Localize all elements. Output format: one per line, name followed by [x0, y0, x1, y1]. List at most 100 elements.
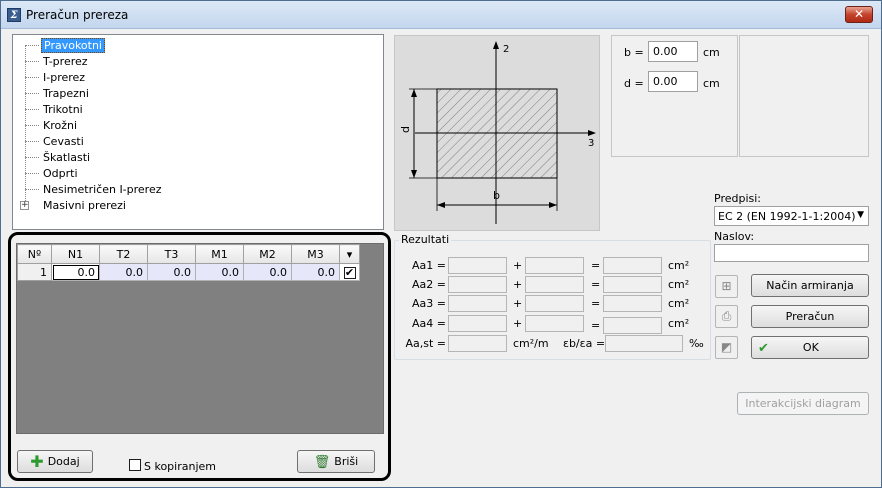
ratio-field: [605, 335, 683, 352]
table-row[interactable]: 1 0.0 0.0 0.0 0.0 0.0 0.0 ✔: [17, 263, 360, 281]
column-dropdown-icon[interactable]: ▾: [339, 244, 360, 264]
section-type-tree[interactable]: Pravokotni T-prerez I-prerez Trapezni Tr…: [12, 34, 384, 230]
cell-n1[interactable]: 0.0: [51, 263, 100, 281]
predpisi-value: EC 2 (EN 1992-1-1:2004): [718, 210, 856, 223]
delete-button[interactable]: 🗑 Briši: [297, 450, 375, 473]
aast-unit: cm²/m: [513, 337, 549, 350]
column-header-no[interactable]: Nº: [17, 244, 52, 264]
aa1-equals: =: [591, 259, 601, 272]
load-cases-grid[interactable]: Nº N1 T2 T3 M1 M2 M3 ▾ 1 0.0 0.0 0.0 0.0…: [16, 243, 384, 434]
cell-active[interactable]: ✔: [339, 263, 360, 281]
cross-section-svg: 2 3 b d: [399, 41, 596, 224]
preracun-button[interactable]: Preračun: [751, 305, 869, 328]
tree-item-masivni-prerezi[interactable]: + Masivni prerezi: [16, 198, 128, 213]
trash-icon: 🗑: [313, 454, 331, 470]
print-icon-button[interactable]: ⎙: [715, 305, 738, 328]
aa1-unit: cm²: [668, 259, 690, 272]
column-header-t2[interactable]: T2: [99, 244, 148, 264]
axis-2-label: 2: [503, 44, 509, 55]
cell-t3[interactable]: 0.0: [147, 263, 196, 281]
add-button[interactable]: ✚ Dodaj: [17, 450, 93, 473]
cross-section-diagram: 2 3 b d: [394, 35, 600, 231]
column-header-m1[interactable]: M1: [195, 244, 244, 264]
tree-item-label: Trapezni: [43, 87, 89, 100]
d-label: d =: [624, 77, 644, 90]
tree-item-cevasti[interactable]: Cevasti: [25, 134, 86, 149]
plus-icon: ✚: [30, 452, 44, 471]
dimensions-panel: b = cm d = cm: [611, 35, 738, 157]
load-table: Nº N1 T2 T3 M1 M2 M3 ▾ 1 0.0 0.0 0.0 0.0…: [17, 244, 360, 281]
b-input[interactable]: [648, 41, 698, 62]
aa1-field-2: [525, 257, 584, 274]
tree-item-label: Trikotni: [43, 103, 83, 116]
edit-icon-button[interactable]: ◩: [715, 336, 738, 359]
title-bar: Σ Preračun prereza ✕: [1, 1, 881, 29]
aa4-field-2: [525, 315, 584, 332]
cell-m3[interactable]: 0.0: [291, 263, 340, 281]
auxiliary-panel: [739, 35, 869, 157]
tree-item-trapezni[interactable]: Trapezni: [25, 86, 91, 101]
tree-item-krozni[interactable]: Krožni: [25, 118, 79, 133]
b-label: b =: [624, 46, 644, 59]
tree-item-label: T-prerez: [43, 55, 88, 68]
cell-m2[interactable]: 0.0: [243, 263, 292, 281]
d-input[interactable]: [648, 71, 698, 92]
column-header-n1[interactable]: N1: [51, 244, 100, 264]
close-button[interactable]: ✕: [845, 6, 873, 23]
tree-expand-icon[interactable]: +: [20, 201, 29, 210]
interakcijski-diagram-button[interactable]: Interakcijski diagram: [737, 392, 869, 415]
tree-item-pravokotni[interactable]: Pravokotni: [25, 38, 105, 53]
tree-item-nesimetricen-i-prerez[interactable]: Nesimetričen I-prerez: [25, 182, 164, 197]
nacin-armiranja-button[interactable]: Način armiranja: [751, 274, 869, 297]
axis-2-arrow: [493, 41, 499, 49]
ok-button[interactable]: ✔ OK: [751, 336, 869, 359]
column-header-m3[interactable]: M3: [291, 244, 340, 264]
axis-3-label: 3: [588, 138, 594, 149]
app-icon: Σ: [7, 8, 21, 22]
tree-item-t-prerez[interactable]: T-prerez: [25, 54, 90, 69]
table-header-row: Nº N1 T2 T3 M1 M2 M3 ▾: [17, 244, 360, 264]
tree-item-skatlasti[interactable]: Škatlasti: [25, 150, 92, 165]
aa4-label: Aa4 =: [412, 317, 446, 330]
load-cases-panel: Nº N1 T2 T3 M1 M2 M3 ▾ 1 0.0 0.0 0.0 0.0…: [8, 232, 391, 481]
row-active-checkbox[interactable]: ✔: [343, 266, 356, 279]
column-header-t3[interactable]: T3: [147, 244, 196, 264]
copy-label: S kopiranjem: [144, 460, 216, 473]
aa2-label: Aa2 =: [412, 278, 446, 291]
check-icon: ✔: [758, 340, 769, 356]
dim-b-label: b: [493, 189, 500, 202]
axis-3-arrow: [588, 130, 596, 136]
tree-item-label: Masivni prerezi: [43, 199, 126, 212]
aa3-field-3: [603, 295, 662, 312]
tree-item-label: Odprti: [43, 167, 78, 180]
tree-item-odprti[interactable]: Odprti: [25, 166, 80, 181]
tree-item-label: I-prerez: [43, 71, 86, 84]
tree-item-label: Krožni: [43, 119, 78, 132]
naslov-input[interactable]: [714, 244, 869, 262]
reinforcement-icon-button[interactable]: ⊞: [715, 275, 738, 298]
copy-checkbox[interactable]: [129, 459, 141, 471]
aa2-unit: cm²: [668, 278, 690, 291]
dialog-window: Σ Preračun prereza ✕ Pravokotni T-prerez…: [0, 0, 882, 488]
cell-t2[interactable]: 0.0: [99, 263, 148, 281]
ratio-label: εb/εa =: [563, 337, 606, 350]
aast-field: [448, 335, 507, 352]
d-unit: cm: [703, 77, 720, 90]
ratio-unit: ‰: [689, 337, 704, 350]
dim-d-label: d: [399, 126, 412, 133]
aa2-field-2: [525, 276, 584, 293]
aa4-plus: +: [513, 317, 523, 330]
tree-item-i-prerez[interactable]: I-prerez: [25, 70, 87, 85]
b-unit: cm: [703, 46, 720, 59]
column-header-m2[interactable]: M2: [243, 244, 292, 264]
printer-icon: ⎙: [721, 309, 732, 323]
add-button-label: Dodaj: [47, 455, 80, 468]
cell-m1[interactable]: 0.0: [195, 263, 244, 281]
tree-item-label: Nesimetričen I-prerez: [43, 183, 162, 196]
tree-item-trikotni[interactable]: Trikotni: [25, 102, 85, 117]
aa1-field-1: [448, 257, 507, 274]
aa2-plus: +: [513, 278, 523, 291]
delete-button-label: Briši: [334, 455, 359, 468]
aa4-field-3: [603, 317, 662, 334]
predpisi-select[interactable]: EC 2 (EN 1992-1-1:2004) ▼: [714, 206, 869, 226]
